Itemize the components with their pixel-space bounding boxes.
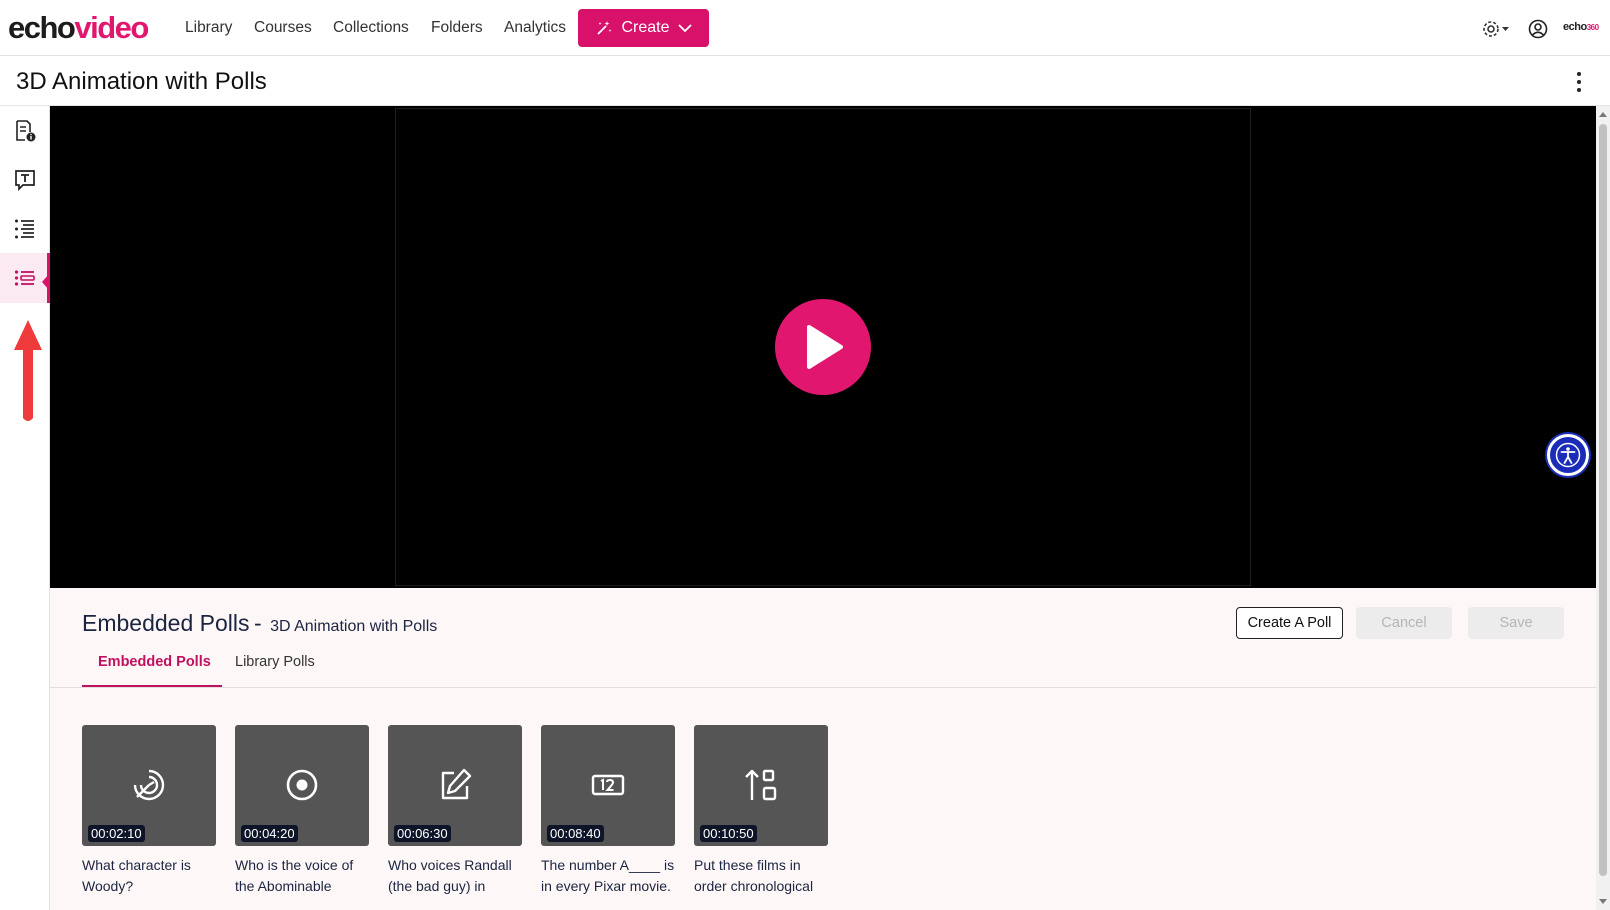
- create-button[interactable]: Create: [578, 9, 709, 47]
- poll-question: The number A____ is in every Pixar movie…: [541, 857, 675, 894]
- accessibility-button[interactable]: [1547, 434, 1589, 476]
- poll-timestamp: 00:04:20: [241, 825, 298, 842]
- video-player[interactable]: [50, 106, 1596, 588]
- chapters-icon: [14, 219, 34, 239]
- poll-card[interactable]: 00:04:20 Who is the voice of the Abomina…: [235, 725, 369, 897]
- nav-courses[interactable]: Courses: [254, 18, 312, 38]
- transcript-icon: [14, 170, 35, 192]
- rail-chapters[interactable]: [0, 204, 49, 254]
- active-rail-caret: [42, 274, 49, 290]
- rail-transcript[interactable]: [0, 155, 49, 205]
- poll-card[interactable]: 00:06:30 Who voices Randall (the bad guy…: [388, 725, 522, 897]
- polls-icon: [14, 270, 35, 286]
- cancel-button[interactable]: Cancel: [1356, 607, 1452, 639]
- poll-question: What character is Woody?: [82, 857, 191, 894]
- echo360-logo: echo360: [1563, 21, 1599, 33]
- details-icon: [15, 120, 35, 142]
- poll-thumbnail[interactable]: 00:02:10: [82, 725, 216, 846]
- embedded-polls-panel: Embedded Polls - 3D Animation with Polls…: [50, 588, 1596, 910]
- nav-library[interactable]: Library: [185, 18, 232, 38]
- page-title: 3D Animation with Polls: [16, 68, 267, 95]
- settings-icon[interactable]: [1480, 18, 1512, 40]
- magic-wand-icon: [597, 21, 612, 35]
- poll-question: Who voices Randall (the bad guy) in: [388, 857, 512, 894]
- rail-details[interactable]: [0, 106, 49, 156]
- poll-timestamp: 00:08:40: [547, 825, 604, 842]
- edit-icon: [441, 768, 472, 799]
- poll-timestamp: 00:02:10: [88, 825, 145, 842]
- nav-folders[interactable]: Folders: [431, 18, 483, 38]
- create-poll-button[interactable]: Create A Poll: [1236, 607, 1343, 639]
- panel-title-separator: -: [253, 610, 262, 636]
- panel-heading: Embedded Polls - 3D Animation with Polls: [82, 610, 437, 637]
- play-button[interactable]: [775, 299, 871, 395]
- play-icon: [807, 325, 843, 369]
- poll-thumbnail[interactable]: 00:10:50: [694, 725, 828, 846]
- poll-timestamp: 00:06:30: [394, 825, 451, 842]
- page-scrollbar[interactable]: [1596, 106, 1610, 910]
- accessibility-icon: [1555, 442, 1581, 468]
- poll-thumbnail[interactable]: 00:04:20: [235, 725, 369, 846]
- echovideo-logo[interactable]: echovideo: [8, 10, 149, 46]
- panel-title: Embedded Polls: [82, 610, 250, 636]
- poll-thumbnail[interactable]: 00:08:40: [541, 725, 675, 846]
- poll-card[interactable]: 00:02:10 What character is Woody?: [82, 725, 216, 897]
- title-bar: 3D Animation with Polls: [0, 56, 1610, 106]
- side-rail: [0, 106, 50, 910]
- poll-card[interactable]: 00:10:50 Put these films in order chrono…: [694, 725, 828, 897]
- poll-timestamp: 00:10:50: [700, 825, 757, 842]
- nav-analytics[interactable]: Analytics: [504, 18, 566, 38]
- tab-divider: [50, 687, 1596, 688]
- scroll-up-icon[interactable]: [1599, 112, 1607, 117]
- radio-icon: [286, 769, 318, 800]
- order-icon: [745, 769, 777, 800]
- target-icon: [133, 769, 165, 800]
- poll-question: Put these films in order chronological: [694, 857, 814, 894]
- annotation-arrow-icon: [14, 320, 42, 421]
- number-icon: [591, 774, 625, 795]
- poll-card[interactable]: 00:08:40 The number A____ is in every Pi…: [541, 725, 675, 897]
- scroll-down-icon[interactable]: [1599, 899, 1607, 904]
- more-options-icon[interactable]: [1574, 70, 1584, 94]
- poll-thumbnail[interactable]: 00:06:30: [388, 725, 522, 846]
- save-button[interactable]: Save: [1468, 607, 1564, 639]
- chevron-down-icon: [677, 24, 692, 33]
- tab-embedded-polls[interactable]: Embedded Polls: [98, 654, 211, 682]
- create-label: Create: [621, 19, 670, 36]
- scroll-thumb[interactable]: [1599, 124, 1607, 876]
- nav-collections[interactable]: Collections: [333, 18, 409, 38]
- poll-question: Who is the voice of the Abominable: [235, 857, 354, 894]
- panel-subtitle: 3D Animation with Polls: [270, 618, 438, 635]
- tab-library-polls[interactable]: Library Polls: [235, 654, 315, 682]
- top-nav: echovideo Library Courses Collections Fo…: [0, 0, 1610, 56]
- user-icon[interactable]: [1527, 18, 1549, 40]
